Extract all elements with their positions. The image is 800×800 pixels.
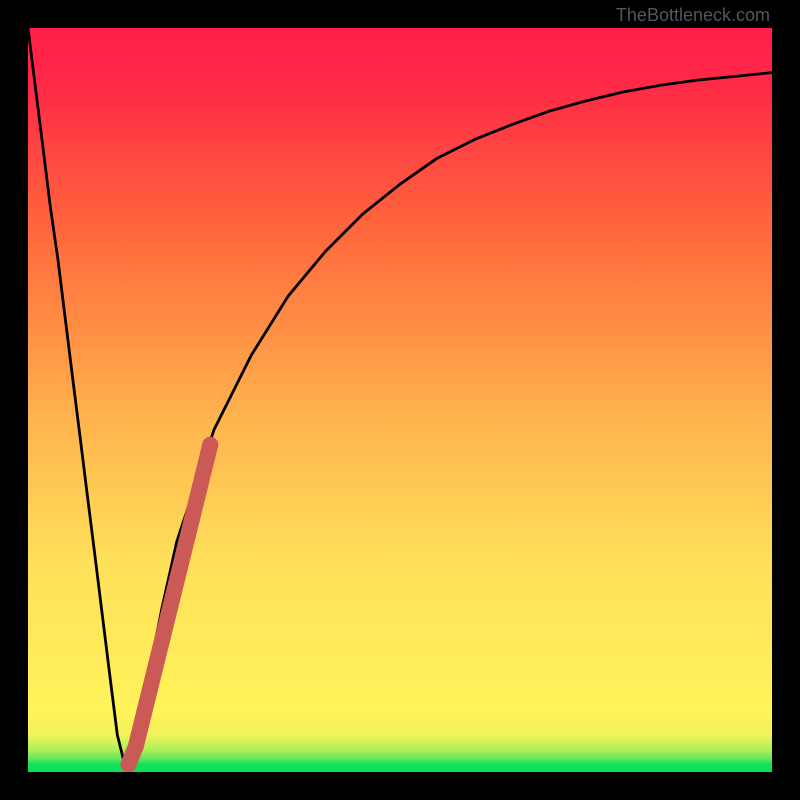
gradient-background	[28, 28, 772, 772]
plot-area	[28, 28, 772, 772]
chart-frame: TheBottleneck.com	[0, 0, 800, 800]
watermark-text: TheBottleneck.com	[616, 6, 770, 24]
plot-svg	[28, 28, 772, 772]
